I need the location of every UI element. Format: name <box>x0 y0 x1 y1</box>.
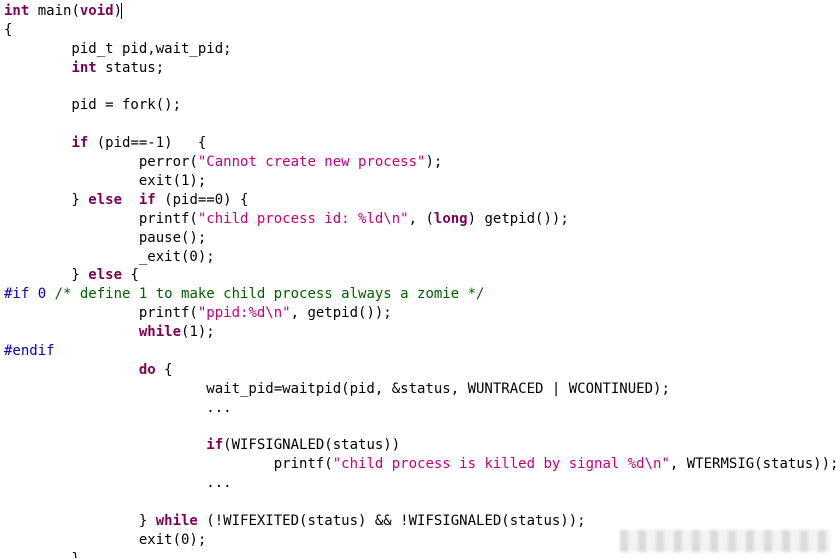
code-text: (1); <box>181 324 215 340</box>
code-text: wait_pid=waitpid(pid, &status, WUNTRACED… <box>4 381 670 397</box>
preprocessor: #if 0 <box>4 286 55 302</box>
code-text: } <box>4 267 88 283</box>
preprocessor: #endif <box>4 343 55 359</box>
code-text: (WIFSIGNALED(status)) <box>223 437 400 453</box>
code-text: } <box>4 192 88 208</box>
keyword: while <box>139 324 181 340</box>
code-text: } <box>4 551 80 558</box>
code-text <box>4 362 139 378</box>
code-text: (pid==0) { <box>156 192 249 208</box>
code-text: { <box>4 22 12 38</box>
keyword: long <box>434 211 468 227</box>
code-text: main( <box>29 3 80 19</box>
code-text: ) getpid()); <box>468 211 569 227</box>
code-text: , WTERMSIG(status)); <box>670 456 836 472</box>
code-text: , getpid()); <box>291 305 392 321</box>
code-text: printf( <box>4 456 333 472</box>
keyword: else <box>88 267 122 283</box>
code-text <box>122 192 139 208</box>
code-text: pause(); <box>4 230 206 246</box>
string-literal: "child process id: %ld\n" <box>198 211 409 227</box>
keyword: int <box>4 3 29 19</box>
text-cursor-icon <box>121 3 122 19</box>
code-text: (pid==-1) { <box>88 135 206 151</box>
code-text: printf( <box>4 305 198 321</box>
keyword: void <box>80 3 114 19</box>
code-text: { <box>122 267 139 283</box>
code-text: ); <box>425 154 442 170</box>
keyword: if <box>139 192 156 208</box>
code-text: ... <box>4 475 232 491</box>
code-text: printf( <box>4 211 198 227</box>
code-text: exit(1); <box>4 173 206 189</box>
code-editor[interactable]: int main(void) { pid_t pid,wait_pid; int… <box>0 0 836 558</box>
string-literal: "ppid:%d\n" <box>198 305 291 321</box>
code-text: pid_t pid,wait_pid; <box>4 41 232 57</box>
keyword: else <box>88 192 122 208</box>
code-text: ... <box>4 400 232 416</box>
keyword: int <box>71 60 96 76</box>
code-text <box>4 437 206 453</box>
code-text: } <box>4 513 156 529</box>
keyword: do <box>139 362 156 378</box>
code-text: perror( <box>4 154 198 170</box>
code-text <box>4 60 71 76</box>
keyword: if <box>206 437 223 453</box>
code-text: (!WIFEXITED(status) && !WIFSIGNALED(stat… <box>198 513 586 529</box>
keyword: if <box>71 135 88 151</box>
string-literal: "child process is killed by signal %d\n" <box>333 456 670 472</box>
comment: /* define 1 to make child process always… <box>55 286 485 302</box>
string-literal: "Cannot create new process" <box>198 154 426 170</box>
code-text: pid = fork(); <box>4 97 181 113</box>
code-text <box>4 135 71 151</box>
code-text <box>4 324 139 340</box>
code-text: _exit(0); <box>4 249 215 265</box>
code-text: , ( <box>409 211 434 227</box>
code-text: status; <box>97 60 164 76</box>
code-text: exit(0); <box>4 532 206 548</box>
code-text: { <box>156 362 173 378</box>
keyword: while <box>156 513 198 529</box>
